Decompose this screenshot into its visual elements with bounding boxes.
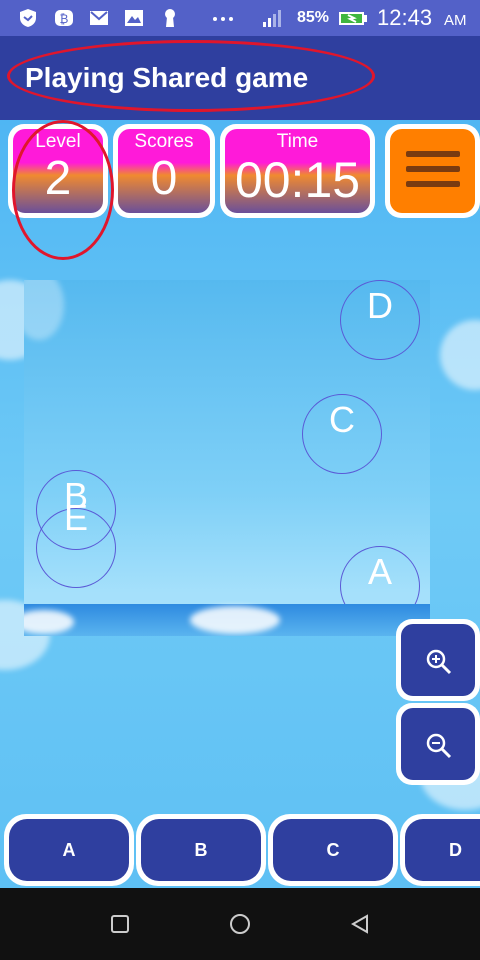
game-board[interactable]: D C B E A bbox=[24, 280, 430, 636]
clock-ampm: AM bbox=[444, 12, 467, 29]
menu-button[interactable] bbox=[385, 124, 480, 218]
zoom-out-button[interactable] bbox=[396, 703, 480, 785]
board-cloud bbox=[24, 280, 64, 340]
scores-label: Scores bbox=[134, 131, 194, 152]
answer-label: A bbox=[9, 819, 129, 881]
recent-apps-icon[interactable] bbox=[108, 912, 132, 936]
shield-icon bbox=[20, 9, 36, 27]
background-cloud bbox=[440, 320, 480, 390]
answer-button-d[interactable]: D bbox=[400, 814, 480, 886]
answer-label: D bbox=[405, 819, 480, 881]
answer-label: C bbox=[273, 819, 393, 881]
time-value: 00:15 bbox=[234, 152, 361, 208]
navigation-bar bbox=[0, 888, 480, 960]
node-label: E bbox=[63, 497, 88, 538]
signal-icon bbox=[263, 10, 281, 27]
battery-percent: 85% bbox=[297, 9, 330, 26]
board-cloud bbox=[190, 606, 280, 634]
zoom-out-icon[interactable] bbox=[425, 732, 453, 760]
bitcoin-icon: ₿ bbox=[55, 10, 73, 26]
battery-charging-icon bbox=[339, 12, 367, 25]
more-dots-icon bbox=[213, 17, 233, 21]
zoom-in-icon[interactable] bbox=[425, 648, 453, 676]
title-highlight-annotation bbox=[7, 40, 375, 112]
scores-panel: Scores 0 bbox=[113, 124, 215, 218]
hamburger-icon[interactable] bbox=[390, 129, 475, 213]
svg-text:₿: ₿ bbox=[60, 12, 69, 26]
app-bar: Playing Shared game bbox=[0, 36, 480, 120]
clock-time: 12:43 bbox=[377, 5, 433, 30]
gallery-icon bbox=[125, 10, 143, 26]
scores-value: 0 bbox=[150, 152, 178, 205]
gmail-icon bbox=[90, 11, 108, 25]
back-icon[interactable] bbox=[348, 912, 372, 936]
answer-label: B bbox=[141, 819, 261, 881]
answer-button-b[interactable]: B bbox=[136, 814, 266, 886]
board-node-d[interactable]: D bbox=[340, 280, 420, 360]
answer-button-c[interactable]: C bbox=[268, 814, 398, 886]
board-node-e[interactable]: E bbox=[36, 497, 116, 588]
node-label: C bbox=[329, 399, 355, 440]
time-panel: Time 00:15 bbox=[220, 124, 375, 218]
level-highlight-annotation bbox=[12, 120, 114, 260]
status-bar: ₿ 85% 12:43 AM bbox=[0, 0, 480, 36]
node-label: D bbox=[367, 285, 393, 326]
board-node-c[interactable]: C bbox=[302, 394, 382, 474]
time-label: Time bbox=[276, 131, 319, 152]
keyhole-icon bbox=[165, 9, 175, 27]
home-icon[interactable] bbox=[228, 912, 252, 936]
node-label: A bbox=[367, 551, 392, 592]
zoom-in-button[interactable] bbox=[396, 619, 480, 701]
answer-button-a[interactable]: A bbox=[4, 814, 134, 886]
